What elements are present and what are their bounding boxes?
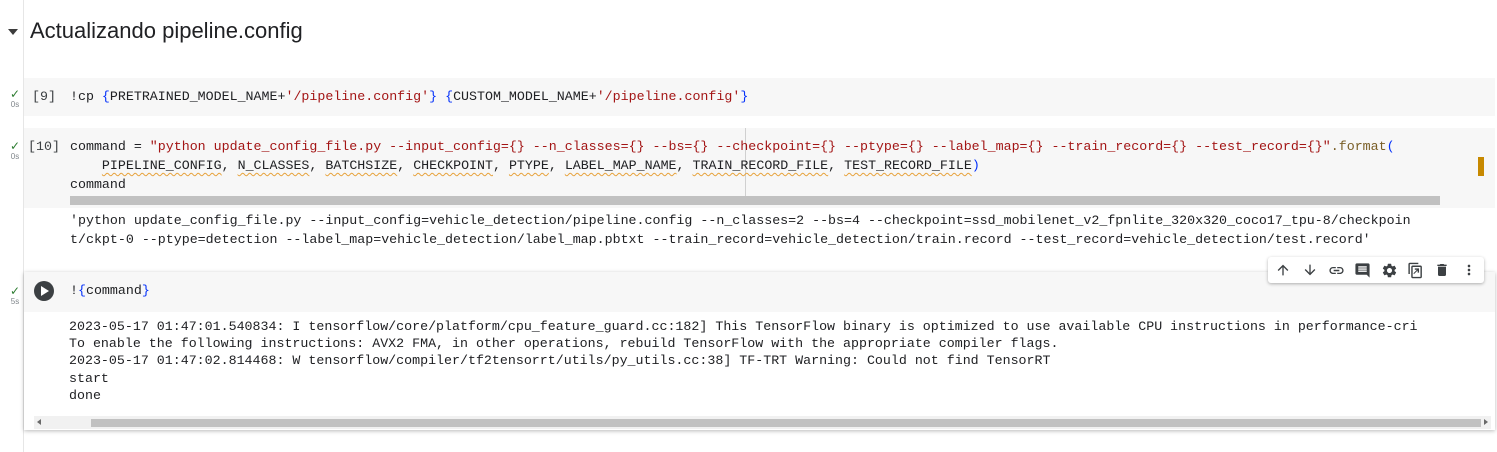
delete-icon <box>1437 264 1447 276</box>
move-down-button[interactable] <box>1299 259 1321 281</box>
code-arg: PTYPE <box>508 158 549 173</box>
code-token: .format <box>1330 139 1387 154</box>
output-scrollbar[interactable] <box>34 416 1491 429</box>
code-token: } <box>429 89 438 104</box>
code-token: '/pipeline.config' <box>596 89 741 104</box>
execution-count: [10] <box>28 139 60 154</box>
move-up-button[interactable] <box>1272 259 1294 281</box>
code-token: '/pipeline.config' <box>285 89 430 104</box>
code-line[interactable]: command <box>70 176 126 194</box>
output-line: 'python update_config_file.py --input_co… <box>70 213 1411 228</box>
delete-button[interactable] <box>1431 259 1453 281</box>
collapse-caret-icon[interactable] <box>8 29 18 35</box>
code-token: , <box>221 158 238 173</box>
code-token: } <box>740 89 749 104</box>
cell-3-status: ✓ 5s <box>6 285 24 306</box>
code-arg: TRAIN_RECORD_FILE <box>692 158 829 173</box>
code-line[interactable]: !cp {PRETRAINED_MODEL_NAME+'/pipeline.co… <box>70 88 748 106</box>
warning-marker <box>1478 157 1484 176</box>
comment-icon <box>1355 262 1370 278</box>
code-token: ( <box>1386 139 1395 154</box>
more-actions-button[interactable] <box>1458 259 1480 281</box>
mirror-cell-button[interactable] <box>1405 259 1427 281</box>
link-button[interactable] <box>1325 259 1347 281</box>
output-line: done <box>69 388 101 403</box>
comment-button[interactable] <box>1352 259 1374 281</box>
code-arg: LABEL_MAP_NAME <box>564 158 677 173</box>
play-icon <box>41 286 49 296</box>
output-line: To enable the following instructions: AV… <box>69 336 1059 351</box>
check-icon: ✓ <box>9 139 21 153</box>
mirror-cell-icon <box>1408 262 1423 278</box>
section-header[interactable]: Actualizando pipeline.config <box>8 14 303 48</box>
exec-time: 5s <box>10 297 20 306</box>
code-token: ) <box>971 158 980 173</box>
exec-time: 0s <box>10 100 20 109</box>
cell-toolbar <box>1268 257 1484 283</box>
code-arg: BATCHSIZE <box>325 158 398 173</box>
code-token: , <box>492 158 509 173</box>
code-arg: PIPELINE_CONFIG <box>101 158 222 173</box>
code-token: + <box>588 89 597 104</box>
more-vert-icon <box>1467 264 1471 276</box>
code-line[interactable]: !{command} <box>70 282 150 300</box>
scroll-right-icon[interactable] <box>1484 419 1488 425</box>
code-line[interactable]: PIPELINE_CONFIG, N_CLASSES, BATCHSIZE, C… <box>70 157 980 175</box>
settings-button[interactable] <box>1378 259 1400 281</box>
cell-2-status: ✓ 0s <box>6 140 24 161</box>
code-token: command <box>85 283 142 298</box>
code-arg: CHECKPOINT <box>413 158 493 173</box>
run-cell-button[interactable] <box>34 281 54 301</box>
code-token: command = <box>70 139 150 154</box>
code-token: ! <box>70 283 78 298</box>
code-token: { <box>77 283 86 298</box>
output-line: 2023-05-17 01:47:01.540834: I tensorflow… <box>69 319 1418 334</box>
code-token: , <box>676 158 693 173</box>
execution-count: [9] <box>32 89 56 104</box>
code-token: , <box>828 158 845 173</box>
code-token: , <box>309 158 326 173</box>
scroll-left-icon[interactable] <box>37 419 41 425</box>
code-token: { <box>445 89 454 104</box>
settings-icon <box>1382 263 1396 277</box>
check-icon: ✓ <box>9 284 21 298</box>
arrow-down-icon <box>1304 264 1316 276</box>
scroll-thumb[interactable] <box>91 419 1481 427</box>
code-arg: TEST_RECORD_FILE <box>844 158 972 173</box>
code-token: "python update_config_file.py --input_co… <box>149 139 1331 154</box>
output-line: 2023-05-17 01:47:02.814468: W tensorflow… <box>69 353 1051 368</box>
code-arg: N_CLASSES <box>237 158 310 173</box>
code-cell-3[interactable]: !{command} 2023-05-17 01:47:01.540834: I… <box>24 272 1495 430</box>
code-token: } <box>141 283 150 298</box>
output-line: start <box>69 371 109 386</box>
arrow-up-icon <box>1277 264 1289 276</box>
code-token: PRETRAINED_MODEL_NAME <box>109 89 278 104</box>
code-scrollbar[interactable] <box>70 196 1440 205</box>
code-token: , <box>548 158 565 173</box>
cell-1-status: ✓ 0s <box>6 88 24 109</box>
output-line: t/ckpt-0 --ptype=detection --label_map=v… <box>70 232 1371 247</box>
link-icon <box>1329 266 1344 274</box>
code-token: , <box>397 158 414 173</box>
exec-time: 0s <box>10 152 20 161</box>
section-title: Actualizando pipeline.config <box>30 18 303 43</box>
code-token: CUSTOM_MODEL_NAME <box>453 89 589 104</box>
code-line[interactable]: command = "python update_config_file.py … <box>70 138 1395 156</box>
code-token: { <box>101 89 110 104</box>
check-icon: ✓ <box>9 87 21 101</box>
code-token: !cp <box>70 89 102 104</box>
